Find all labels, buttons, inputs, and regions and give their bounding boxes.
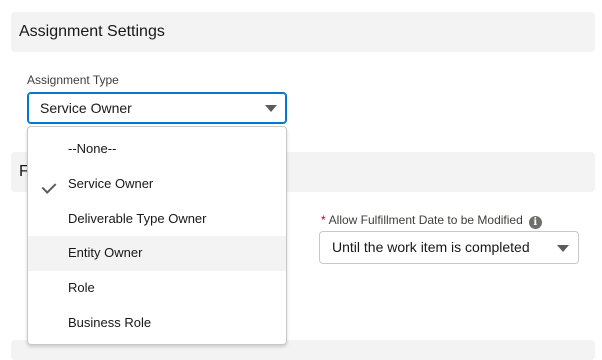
allow-fulfillment-date-label-text: Allow Fulfillment Date to be Modified [328,213,523,227]
option-none[interactable]: --None-- [28,132,286,167]
option-entity-owner[interactable]: Entity Owner [28,236,286,272]
option-label: Role [68,280,95,296]
assignment-settings-header: Assignment Settings [11,12,595,52]
assignment-type-label: Assignment Type [27,73,119,87]
option-label: Service Owner [68,175,154,191]
chevron-down-icon [557,244,569,252]
option-label: Entity Owner [68,245,143,261]
option-deliverable-type-owner[interactable]: Deliverable Type Owner [28,202,286,237]
allow-fulfillment-date-combobox[interactable]: Until the work item is completed [319,231,579,264]
check-icon [41,178,57,194]
option-service-owner[interactable]: Service Owner [28,167,286,202]
option-label: --None-- [68,141,117,156]
option-label: Deliverable Type Owner [68,210,207,226]
allow-fulfillment-date-value: Until the work item is completed [332,239,530,255]
required-indicator: * [321,213,326,227]
allow-fulfillment-date-label: * Allow Fulfillment Date to be Modified i [321,213,542,229]
section-title: Assignment Settings [19,23,165,40]
info-icon[interactable]: i [528,216,542,229]
assignment-type-dropdown-list: --None-- Service Owner Deliverable Type … [27,126,287,345]
option-business-role[interactable]: Business Role [28,306,286,341]
option-role[interactable]: Role [28,271,286,306]
chevron-down-icon [265,105,277,112]
assignment-type-value: Service Owner [40,100,132,116]
assignment-type-combobox[interactable]: Service Owner [27,92,287,124]
option-label: Business Role [68,314,152,330]
